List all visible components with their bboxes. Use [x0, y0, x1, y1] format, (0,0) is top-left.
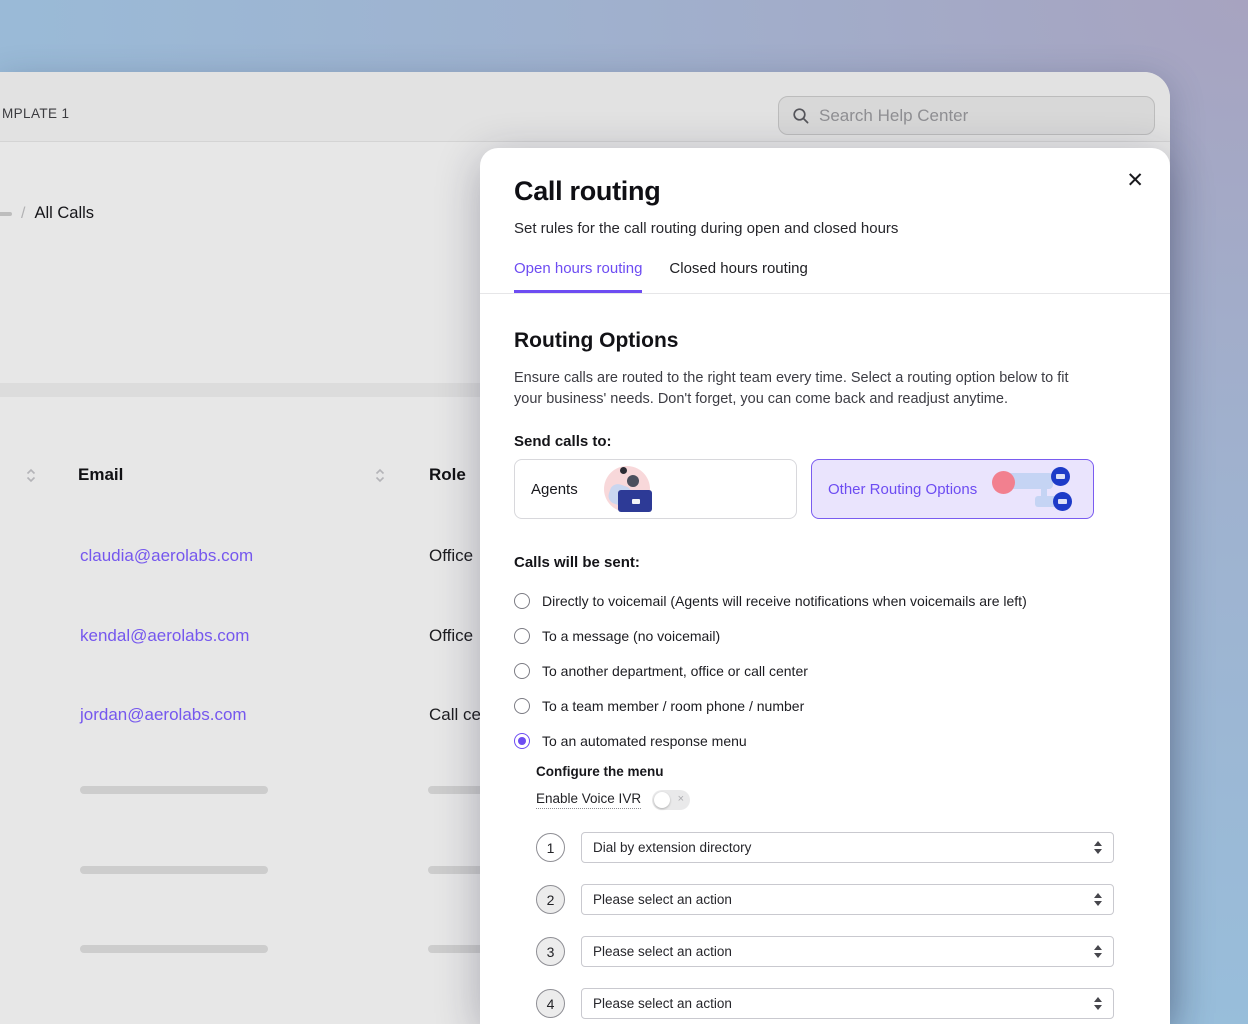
routing-options-heading: Routing Options: [514, 329, 678, 353]
skeleton-row: [80, 945, 268, 953]
radio-icon[interactable]: [514, 628, 530, 644]
modal-title: Call routing: [514, 176, 660, 207]
email-link[interactable]: claudia@aerolabs.com: [80, 546, 253, 566]
routing-flow-illustration-icon: [991, 465, 1077, 513]
column-header-role: Role: [429, 465, 466, 485]
radio-icon[interactable]: [514, 663, 530, 679]
sort-icon[interactable]: [374, 467, 386, 484]
configure-menu-heading: Configure the menu: [536, 764, 664, 779]
column-header-email: Email: [78, 465, 123, 485]
close-icon[interactable]: ✕: [1122, 166, 1148, 195]
search-placeholder: Search Help Center: [819, 106, 968, 126]
other-routing-options-card[interactable]: Other Routing Options: [811, 459, 1094, 519]
voice-ivr-toggle[interactable]: ×: [652, 790, 690, 810]
screen: MPLATE 1 Search Help Center / All Calls …: [0, 0, 1248, 1024]
role-cell: Office: [429, 626, 473, 646]
radio-option-another-department[interactable]: To another department, office or call ce…: [514, 653, 1027, 688]
tab-bar: Open hours routing Closed hours routing: [514, 260, 808, 293]
email-link[interactable]: kendal@aerolabs.com: [80, 626, 249, 646]
menu-number-badge: 3: [536, 937, 565, 966]
routing-options-description: Ensure calls are routed to the right tea…: [514, 368, 1099, 410]
agents-card-label: Agents: [531, 481, 578, 498]
other-routing-options-label: Other Routing Options: [828, 481, 977, 498]
routing-cards: Agents Other Routing Options: [514, 459, 1094, 519]
help-center-search-input[interactable]: Search Help Center: [778, 96, 1155, 135]
breadcrumb-separator: /: [21, 205, 25, 223]
radio-option-automated-response-menu[interactable]: To an automated response menu: [514, 723, 1027, 758]
radio-option-team-member[interactable]: To a team member / room phone / number: [514, 688, 1027, 723]
select-arrows-icon: [1094, 945, 1102, 958]
email-link[interactable]: jordan@aerolabs.com: [80, 705, 247, 725]
select-arrows-icon: [1094, 997, 1102, 1010]
menu-number-badge: 4: [536, 989, 565, 1018]
ivr-menu-row-4: 4 Please select an action: [536, 988, 1114, 1019]
agents-card[interactable]: Agents: [514, 459, 797, 519]
role-cell: Call ce: [429, 705, 481, 725]
enable-voice-ivr-row: Enable Voice IVR ×: [536, 790, 690, 810]
calls-will-be-sent-label: Calls will be sent:: [514, 554, 640, 571]
toggle-knob: [654, 792, 670, 808]
menu-number-badge: 1: [536, 833, 565, 862]
tab-open-hours-routing[interactable]: Open hours routing: [514, 260, 642, 293]
breadcrumb-prev-icon: [0, 212, 12, 216]
radio-icon-selected[interactable]: [514, 733, 530, 749]
app-header: MPLATE 1 Search Help Center: [0, 72, 1170, 142]
menu-number-badge: 2: [536, 885, 565, 914]
call-routing-modal: ✕ Call routing Set rules for the call ro…: [480, 148, 1170, 1024]
menu-action-select-4[interactable]: Please select an action: [581, 988, 1114, 1019]
ivr-menu-list: 1 Dial by extension directory 2 Please s…: [536, 832, 1114, 1024]
radio-icon[interactable]: [514, 593, 530, 609]
breadcrumb: / All Calls: [0, 204, 94, 223]
ivr-menu-row-1: 1 Dial by extension directory: [536, 832, 1114, 863]
ivr-menu-row-2: 2 Please select an action: [536, 884, 1114, 915]
breadcrumb-current: All Calls: [34, 204, 94, 223]
menu-action-select-3[interactable]: Please select an action: [581, 936, 1114, 967]
enable-voice-ivr-label: Enable Voice IVR: [536, 791, 641, 809]
role-cell: Office: [429, 546, 473, 566]
radio-option-message[interactable]: To a message (no voicemail): [514, 618, 1027, 653]
menu-action-select-2[interactable]: Please select an action: [581, 884, 1114, 915]
template-label: MPLATE 1: [2, 106, 69, 121]
toggle-off-icon: ×: [678, 793, 684, 805]
radio-icon[interactable]: [514, 698, 530, 714]
sort-icon[interactable]: [25, 467, 37, 484]
tab-closed-hours-routing[interactable]: Closed hours routing: [669, 260, 807, 293]
agents-illustration-icon: [600, 463, 654, 515]
menu-action-select-1[interactable]: Dial by extension directory: [581, 832, 1114, 863]
radio-option-voicemail[interactable]: Directly to voicemail (Agents will recei…: [514, 583, 1027, 618]
skeleton-row: [80, 786, 268, 794]
ivr-menu-row-3: 3 Please select an action: [536, 936, 1114, 967]
search-icon: [792, 107, 810, 125]
skeleton-row: [80, 866, 268, 874]
tabs-divider: [480, 293, 1170, 294]
select-arrows-icon: [1094, 841, 1102, 854]
destination-radio-group: Directly to voicemail (Agents will recei…: [514, 583, 1027, 758]
select-arrows-icon: [1094, 893, 1102, 906]
send-calls-to-label: Send calls to:: [514, 433, 612, 450]
modal-subtitle: Set rules for the call routing during op…: [514, 220, 898, 237]
